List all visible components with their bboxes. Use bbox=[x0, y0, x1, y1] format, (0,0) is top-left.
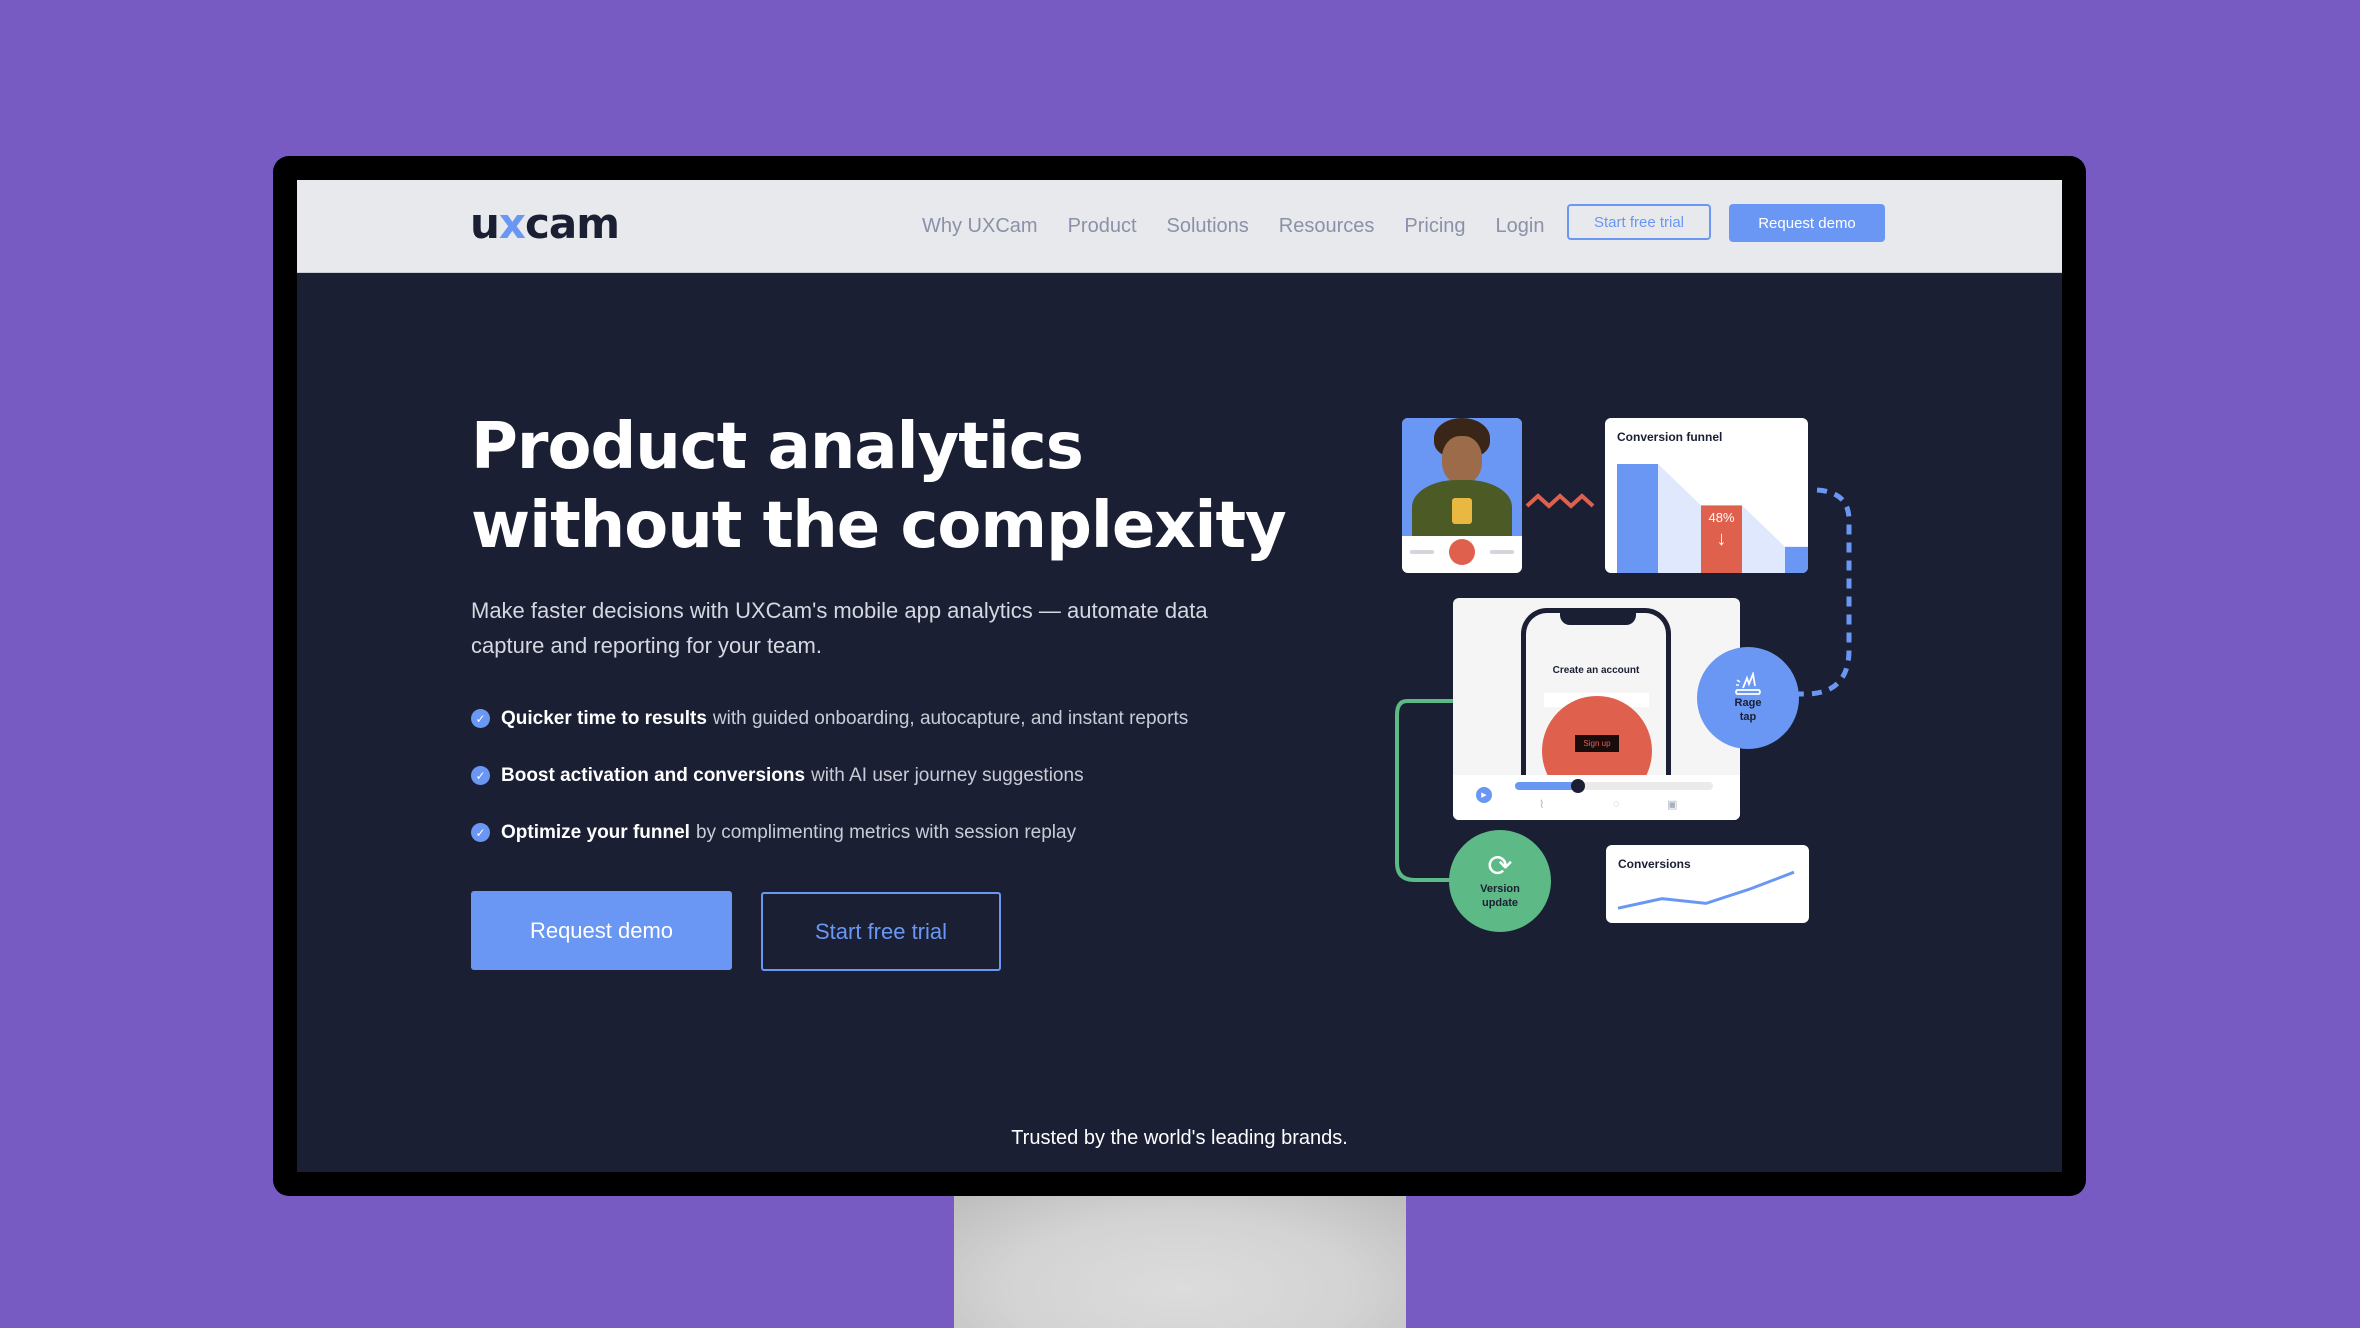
session-replay-card: Create an account Sign up ▶ ⌇ ◌ ▣ bbox=[1453, 598, 1740, 820]
conversions-chart-card: Conversions bbox=[1606, 845, 1809, 923]
website-screen: uxcam Why UXCam Product Solutions Resour… bbox=[297, 180, 2062, 1172]
play-icon[interactable]: ▶ bbox=[1476, 787, 1492, 803]
version-line1: Version bbox=[1480, 883, 1520, 895]
phone-signup-button: Sign up bbox=[1575, 735, 1619, 752]
connector-lines bbox=[1395, 487, 1852, 882]
replay-timeline[interactable] bbox=[1515, 779, 1713, 793]
hero-illustration: Conversion funnel 48% ↓ Create an accoun… bbox=[297, 180, 2062, 1172]
version-line2: update bbox=[1481, 897, 1519, 909]
funnel-bar bbox=[1785, 546, 1808, 573]
funnel-drop-area bbox=[1658, 464, 1701, 573]
conversions-line-chart bbox=[1617, 870, 1795, 910]
rage-tap-badge: Rage tap bbox=[1697, 647, 1799, 749]
monitor-frame: uxcam Why UXCam Product Solutions Resour… bbox=[273, 156, 2086, 1196]
conversion-funnel-card: Conversion funnel 48% ↓ bbox=[1605, 418, 1808, 573]
screen-marker-icon: ▣ bbox=[1667, 799, 1678, 811]
rage-tap-marker-icon: ⌇ bbox=[1539, 799, 1545, 811]
rage-tap-line1: Rage bbox=[1734, 697, 1762, 709]
version-update-badge: ⟳ Version update bbox=[1449, 830, 1551, 932]
refresh-icon: ⟳ bbox=[1487, 850, 1513, 883]
monitor-stand bbox=[954, 1196, 1406, 1328]
zigzag-connector bbox=[1525, 493, 1595, 509]
user-photo bbox=[1402, 418, 1522, 536]
rage-tap-line2: tap bbox=[1739, 711, 1757, 723]
replay-progress-fill bbox=[1515, 782, 1579, 790]
funnel-bar bbox=[1617, 464, 1658, 573]
funnel-drop-label: 48% bbox=[1708, 510, 1735, 525]
conversions-line bbox=[1617, 870, 1795, 910]
phone-mockup: Create an account Sign up bbox=[1521, 608, 1671, 778]
funnel-drop-area bbox=[1742, 505, 1785, 573]
click-marker-icon: ◌ bbox=[1613, 798, 1620, 810]
user-photo-card bbox=[1402, 418, 1522, 573]
down-arrow-icon: ↓ bbox=[1716, 528, 1727, 550]
phone-title: Create an account bbox=[1552, 665, 1640, 676]
record-icon bbox=[1449, 539, 1475, 565]
rage-tap-icon bbox=[1735, 672, 1761, 695]
